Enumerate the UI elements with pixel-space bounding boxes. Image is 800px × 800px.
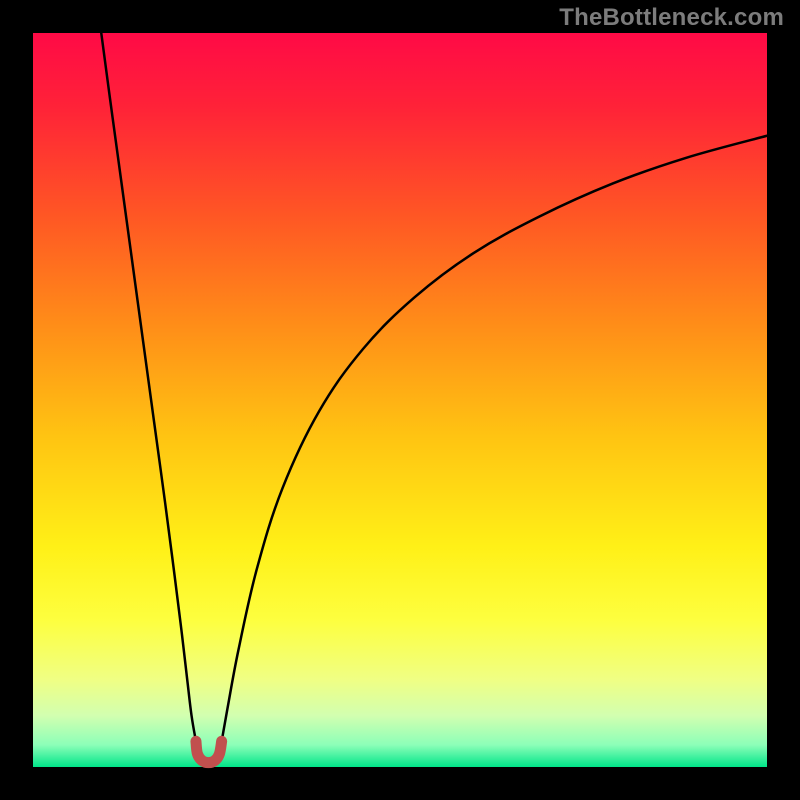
plot-background	[33, 33, 767, 767]
bottleneck-chart	[0, 0, 800, 800]
watermark-text: TheBottleneck.com	[559, 4, 784, 32]
chart-frame: { "watermark": "TheBottleneck.com", "cha…	[0, 0, 800, 800]
